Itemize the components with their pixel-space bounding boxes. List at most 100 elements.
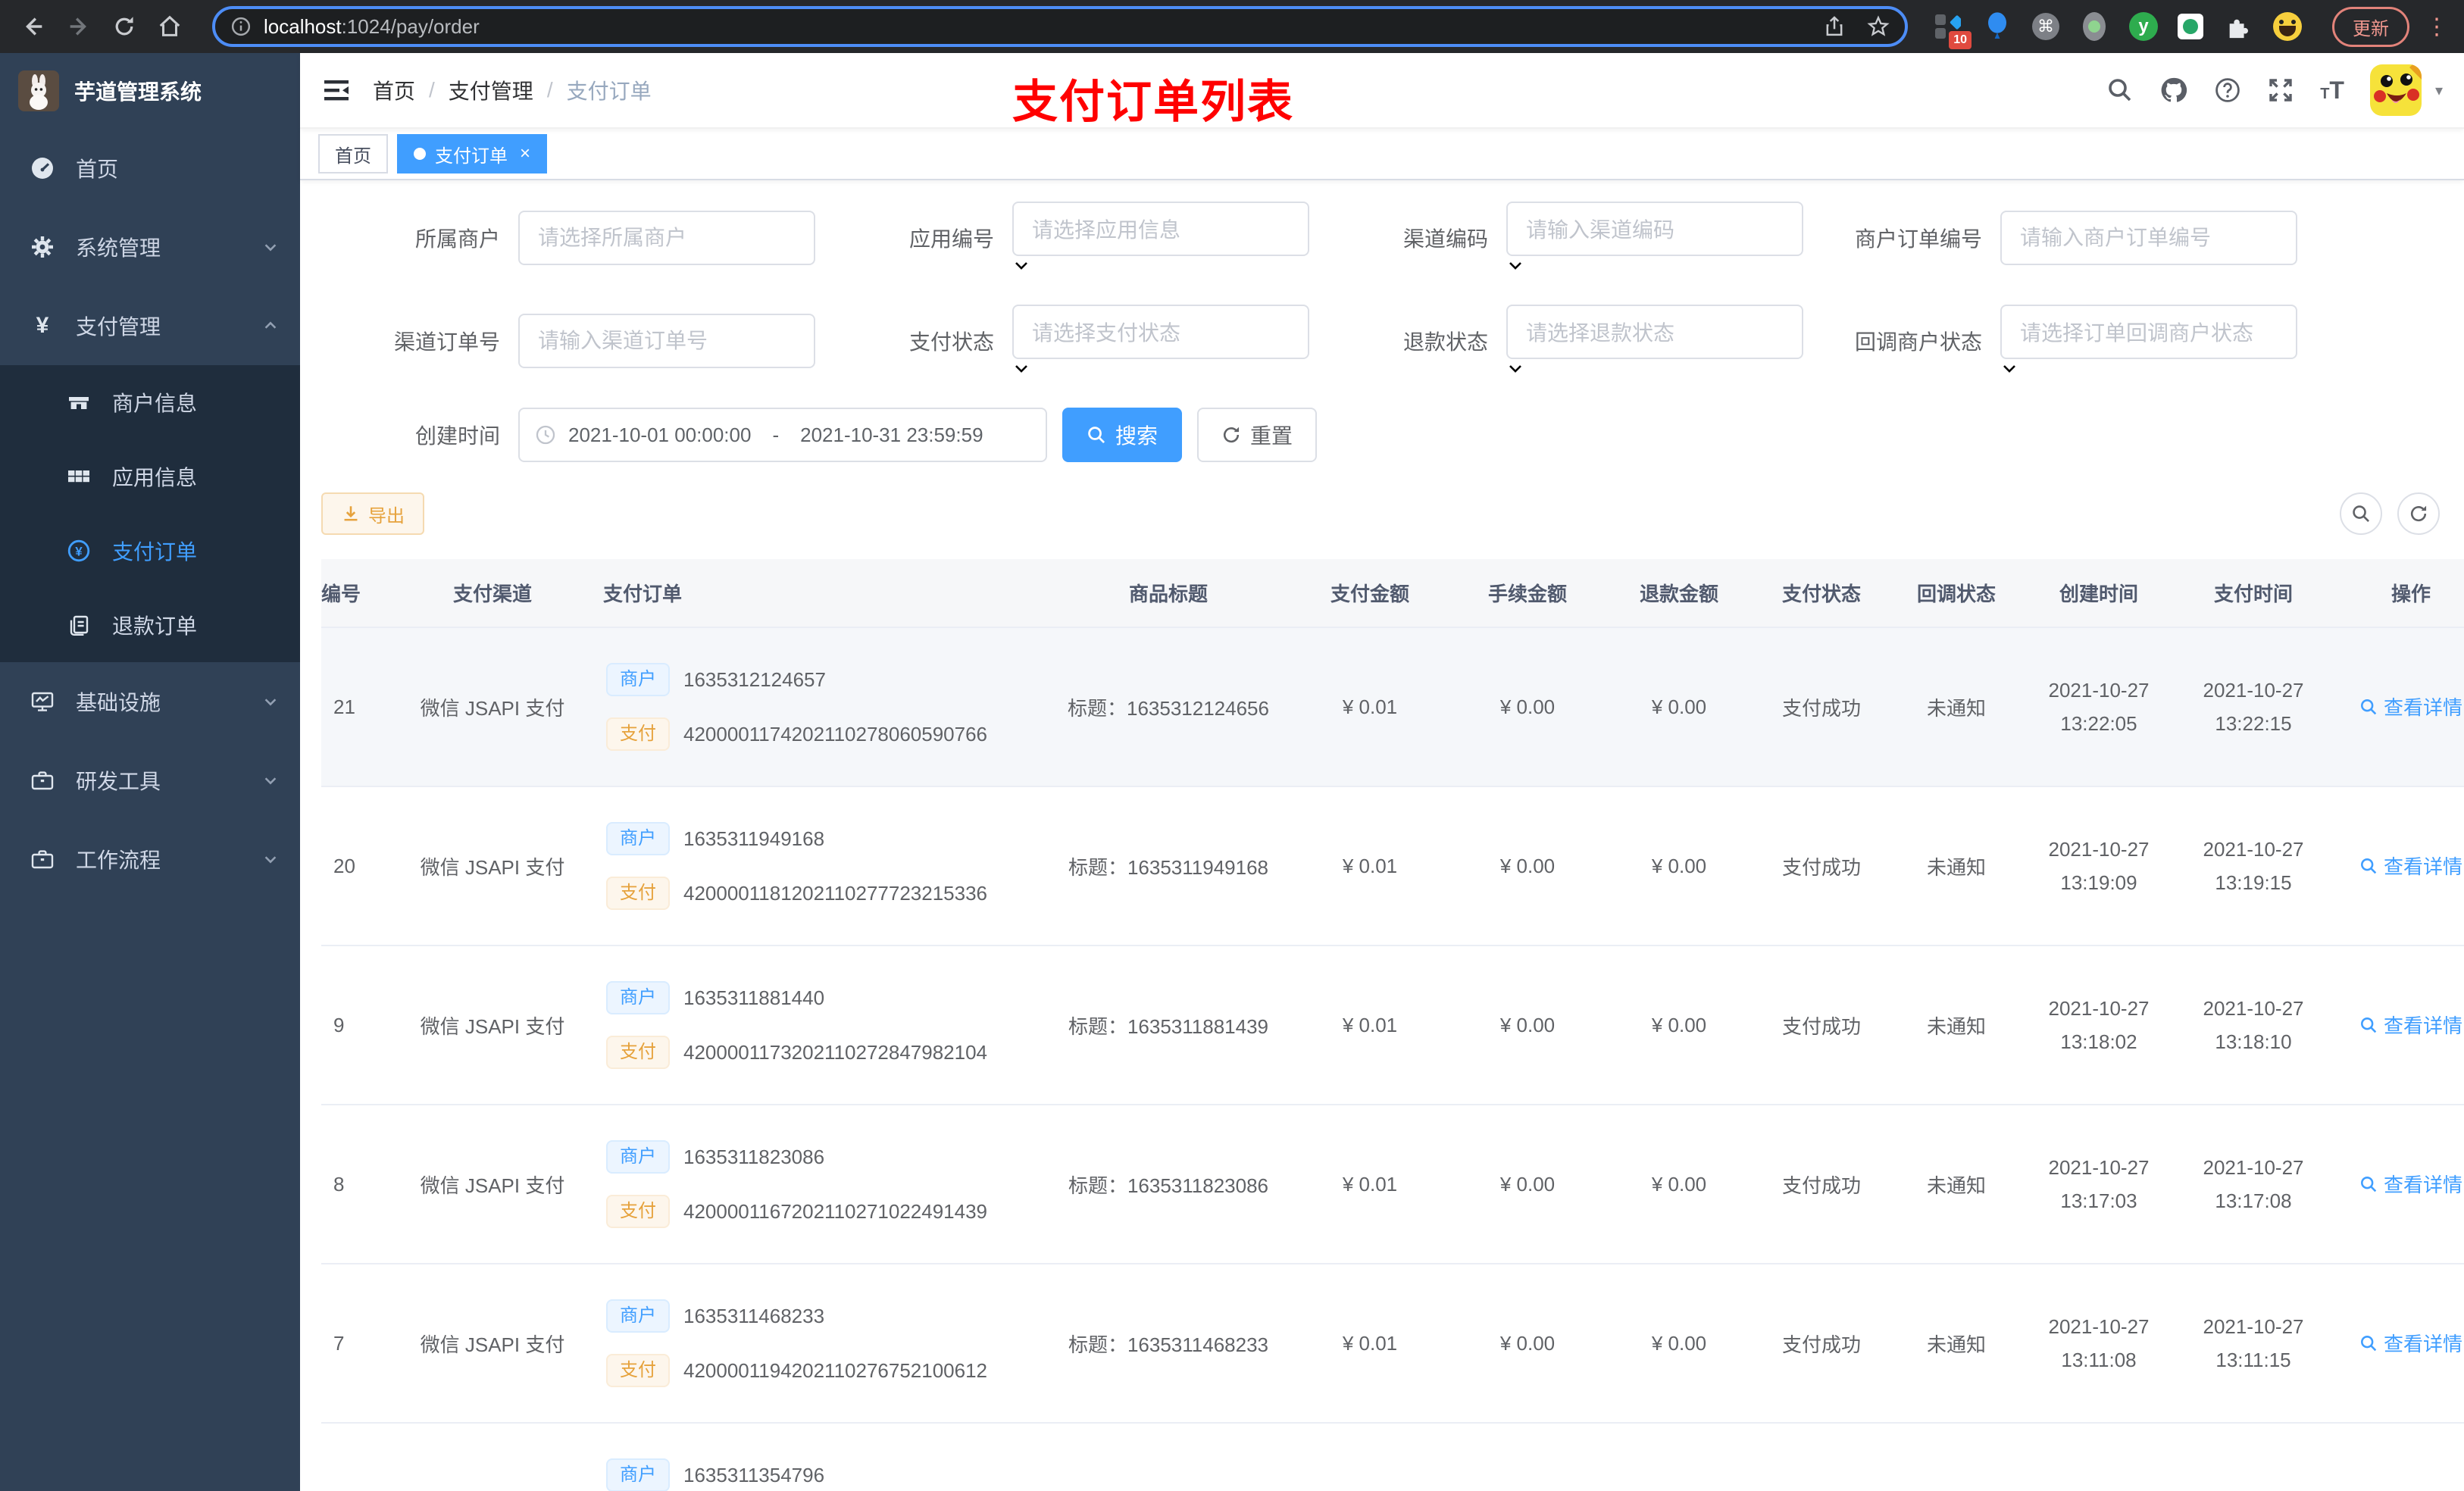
sidebar-item-workflow[interactable]: 工作流程	[0, 820, 300, 899]
merchant-tag: 商户	[606, 1458, 670, 1491]
github-icon[interactable]	[2159, 76, 2188, 105]
refund-amount: ¥ 0.00	[1606, 946, 1752, 1105]
view-detail-link[interactable]: 查看详情	[2359, 1011, 2462, 1039]
col-pay-time: 支付时间	[2176, 559, 2331, 628]
order-id: 20	[321, 786, 382, 946]
sidebar-item-label: 商户信息	[112, 392, 198, 415]
pay-status: 支付成功	[1752, 627, 1891, 787]
close-icon[interactable]: ×	[520, 143, 530, 164]
browser-toolbar: localhost:1024/pay/order 10 ⌘ y 更新 ⋮	[0, 0, 2464, 53]
share-icon[interactable]	[1823, 15, 1846, 38]
avatar[interactable]	[2369, 64, 2422, 116]
app-title: 芋道管理系统	[74, 80, 202, 104]
pay-order-no: 4200001167202110271022491439	[683, 1199, 988, 1223]
fullscreen-icon[interactable]	[2267, 77, 2294, 104]
reload-icon[interactable]	[106, 8, 142, 45]
page-title: 支付订单列表	[1012, 77, 1294, 127]
forward-icon[interactable]	[61, 8, 97, 45]
merchant-tag: 商户	[606, 1299, 670, 1333]
caret-down-icon[interactable]: ▾	[2435, 81, 2443, 100]
export-button[interactable]: 导出	[321, 492, 424, 535]
extension-y-icon[interactable]: y	[2129, 12, 2158, 41]
notify-status: 未通知	[1891, 1264, 2022, 1424]
view-detail-link[interactable]: 查看详情	[2359, 1329, 2462, 1357]
filter-create-time: 创建时间 2021-10-01 00:00:00 - 2021-10-31 23…	[321, 408, 1047, 462]
view-detail-link[interactable]: 查看详情	[2359, 1170, 2462, 1198]
filter-merchant-order-no: 商户订单编号	[1803, 202, 2297, 274]
view-detail-link[interactable]: 查看详情	[2359, 852, 2462, 880]
bookmark-star-icon[interactable]	[1867, 15, 1890, 38]
extension-emoji-icon[interactable]	[2273, 12, 2302, 41]
font-size-icon[interactable]: TT	[2320, 77, 2344, 105]
extension-balloon-icon[interactable]	[1982, 11, 2012, 42]
sidebar-item-merchant-info[interactable]: 商户信息	[0, 365, 300, 439]
tab-pay-order[interactable]: 支付订单 ×	[397, 134, 548, 173]
channel-order-no-input[interactable]	[518, 314, 815, 368]
browser-menu-icon[interactable]: ⋮	[2425, 14, 2449, 40]
tab-home[interactable]: 首页	[318, 134, 388, 173]
pay-time: 2021-10-27 13:19:15	[2176, 786, 2331, 946]
merchant-input[interactable]	[518, 211, 815, 265]
chevron-down-icon	[262, 693, 279, 710]
help-icon[interactable]	[2214, 77, 2241, 104]
header-search-icon[interactable]	[2106, 77, 2134, 104]
extension-puzzle-icon[interactable]	[2223, 11, 2253, 42]
pay-amount: ¥ 0.01	[1291, 1105, 1449, 1264]
sidebar-item-system[interactable]: 系统管理	[0, 208, 300, 286]
date-range-input[interactable]: 2021-10-01 00:00:00 - 2021-10-31 23:59:5…	[518, 408, 1047, 462]
extension-grid-icon[interactable]: 10	[1932, 11, 1972, 49]
sidebar-item-app-info[interactable]: 应用信息	[0, 439, 300, 514]
callback-status-select[interactable]: 请选择订单回调商户状态	[2000, 305, 2297, 359]
home-icon[interactable]	[152, 8, 188, 45]
col-notify-status: 回调状态	[1891, 559, 2022, 628]
back-icon[interactable]	[15, 8, 52, 45]
briefcase-icon	[30, 768, 55, 792]
extension-chat-icon[interactable]	[2178, 14, 2203, 39]
extension-oval-icon[interactable]	[2079, 11, 2109, 42]
view-detail-link[interactable]: 查看详情	[2359, 692, 2462, 720]
sidebar-item-dev-tools[interactable]: 研发工具	[0, 741, 300, 820]
sidebar-item-home[interactable]: 首页	[0, 129, 300, 208]
pay-order-no: 4200001194202110276752100612	[683, 1358, 988, 1382]
filter-channel-code: 渠道编码 请输入渠道编码	[1309, 202, 1803, 274]
product-title: 标题：1635311823086	[1046, 1105, 1291, 1264]
reset-button[interactable]: 重置	[1197, 408, 1318, 462]
address-bar[interactable]: localhost:1024/pay/order	[212, 6, 1908, 47]
search-button[interactable]: 搜索	[1062, 408, 1183, 462]
refund-status-select[interactable]: 请选择退款状态	[1506, 305, 1803, 359]
app-logo	[18, 70, 59, 111]
chevron-down-icon	[1506, 359, 1803, 377]
channel-code-select[interactable]: 请输入渠道编码	[1506, 202, 1803, 256]
pay-amount: ¥ 0.01	[1291, 786, 1449, 946]
sidebar-item-payment[interactable]: ¥ 支付管理	[0, 286, 300, 365]
pay-channel: 微信 JSAPI 支付	[382, 786, 603, 946]
sidebar-item-label: 基础设施	[76, 691, 161, 714]
site-info-icon[interactable]	[230, 16, 252, 37]
documents-icon	[67, 613, 91, 637]
pay-status-select[interactable]: 请选择支付状态	[1012, 305, 1309, 359]
sidebar-item-refund-order[interactable]: 退款订单	[0, 588, 300, 662]
merchant-order-no-input[interactable]	[2000, 211, 2297, 265]
filter-app: 应用编号 请选择应用信息	[815, 202, 1309, 274]
sidebar-item-label: 研发工具	[76, 770, 161, 793]
update-button[interactable]: 更新	[2332, 6, 2409, 47]
pay-tag: 支付	[606, 1195, 670, 1228]
create-time: 2021-10-27 13:19:09	[2022, 786, 2176, 946]
sidebar-item-pay-order[interactable]: ¥ 支付订单	[0, 514, 300, 588]
pay-time: 2021-10-27 13:18:10	[2176, 946, 2331, 1105]
breadcrumb-home[interactable]: 首页	[373, 75, 415, 105]
refund-amount: ¥ 0.00	[1606, 627, 1752, 787]
refresh-button[interactable]	[2397, 492, 2440, 535]
refund-amount: ¥ 0.00	[1606, 786, 1752, 946]
svg-text:¥: ¥	[75, 544, 83, 558]
sidebar-toggle-icon[interactable]	[300, 52, 373, 128]
pay-channel: 微信 JSAPI 支付	[382, 1264, 603, 1424]
fee-amount: ¥ 0.00	[1449, 627, 1606, 787]
app-select[interactable]: 请选择应用信息	[1012, 202, 1309, 256]
fee-amount: ¥ 0.00	[1449, 1105, 1606, 1264]
toggle-search-button[interactable]	[2340, 492, 2382, 535]
sidebar-item-infra[interactable]: 基础设施	[0, 662, 300, 741]
extension-command-icon[interactable]: ⌘	[2032, 13, 2059, 40]
breadcrumb-pay-mgmt[interactable]: 支付管理	[449, 75, 533, 105]
pay-order-no: 4200001174202110278060590766	[683, 722, 988, 746]
